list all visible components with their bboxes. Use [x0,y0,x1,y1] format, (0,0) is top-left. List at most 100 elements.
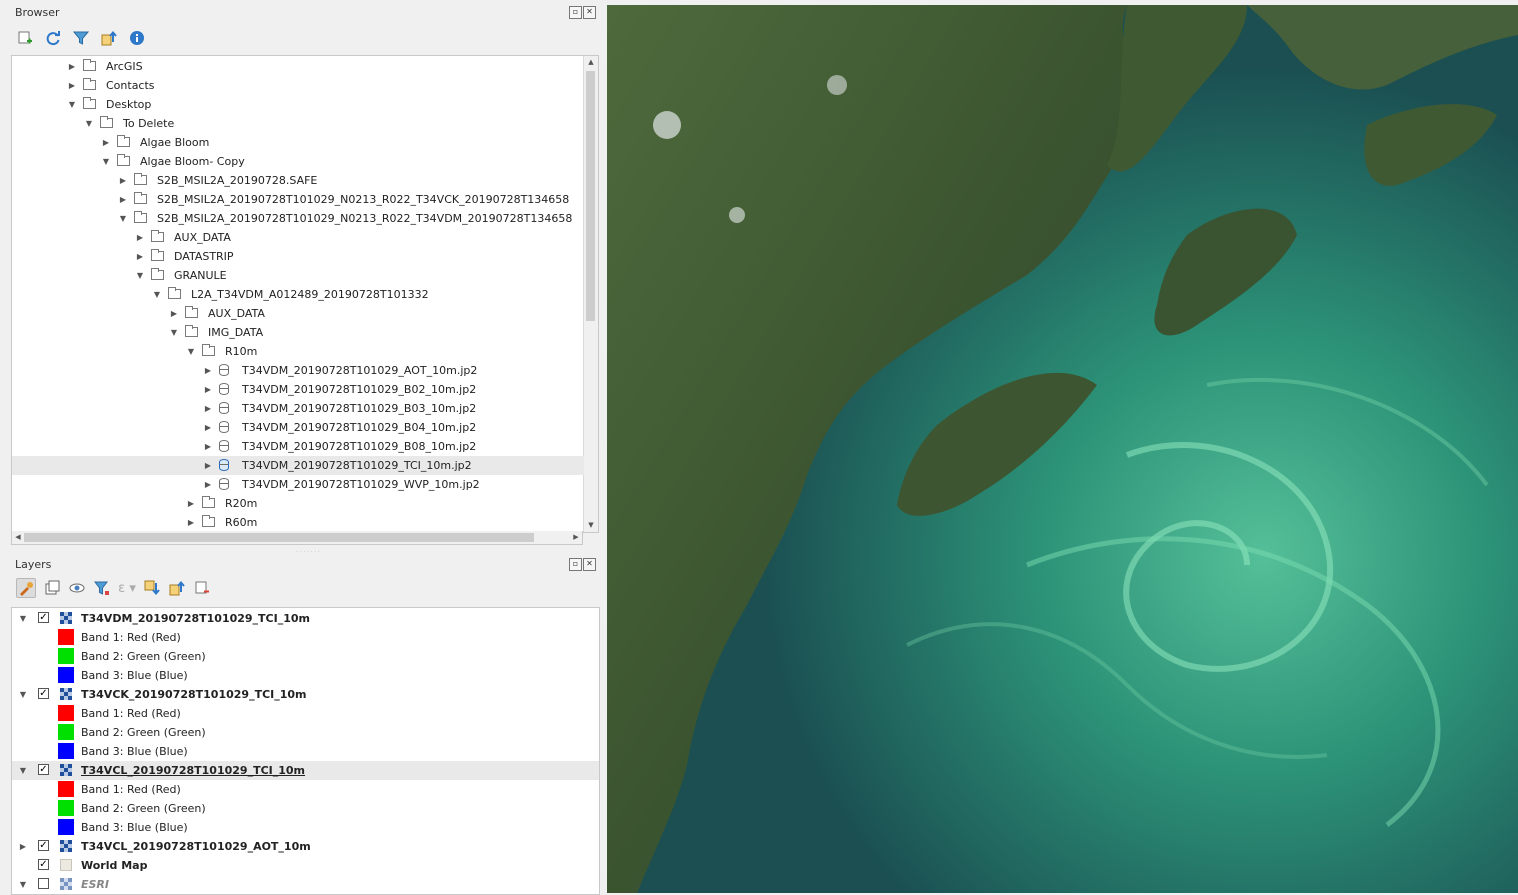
visibility-checkbox[interactable]: ✓ [38,612,49,623]
scroll-up-icon[interactable]: ▲ [584,56,598,69]
scrollbar-thumb[interactable] [586,71,595,321]
tree-item[interactable]: ▶ Contacts [12,76,584,95]
tree-item[interactable]: ▶ ArcGIS [12,57,584,76]
collapsed-arrow-icon[interactable]: ▶ [118,190,128,209]
add-selected-icon[interactable] [16,29,34,47]
browser-horizontal-scrollbar[interactable]: ◀ ▶ [11,531,583,545]
expanded-arrow-icon[interactable]: ▼ [18,875,28,894]
tree-item[interactable]: ▼ IMG_DATA [12,323,584,342]
layer-item[interactable]: ✓ World Map [12,856,599,875]
expression-filter-icon[interactable]: ε ▾ [118,579,136,597]
expand-all-icon[interactable] [143,579,161,597]
layer-item[interactable]: ▼ ✓ T34VCL_20190728T101029_TCI_10m [12,761,599,780]
collapsed-arrow-icon[interactable]: ▶ [203,456,213,475]
visibility-checkbox[interactable]: ✓ [38,840,49,851]
collapsed-arrow-icon[interactable]: ▶ [203,380,213,399]
tree-item[interactable]: ▼ To Delete [12,114,584,133]
style-manager-icon[interactable] [16,578,36,598]
collapsed-arrow-icon[interactable]: ▶ [203,418,213,437]
visibility-checkbox[interactable]: ✓ [38,859,49,870]
tree-item[interactable]: ▶ T34VDM_20190728T101029_AOT_10m.jp2 [12,361,584,380]
collapsed-arrow-icon[interactable]: ▶ [203,361,213,380]
tree-item[interactable]: ▼ R10m [12,342,584,361]
expanded-arrow-icon[interactable]: ▼ [18,685,28,704]
expanded-arrow-icon[interactable]: ▼ [18,609,28,628]
tree-item[interactable]: ▶ S2B_MSIL2A_20190728T101029_N0213_R022_T… [12,190,584,209]
tree-item[interactable]: ▶ R20m [12,494,584,513]
close-panel-icon[interactable]: ✕ [583,6,596,19]
tree-item[interactable]: ▶ R60m [12,513,584,532]
layer-item[interactable]: ▼ ✓ T34VDM_20190728T101029_TCI_10m [12,609,599,628]
close-panel-icon[interactable]: ✕ [583,558,596,571]
legend-item[interactable]: Band 3: Blue (Blue) [12,742,599,761]
collapsed-arrow-icon[interactable]: ▶ [135,247,145,266]
expanded-arrow-icon[interactable]: ▼ [67,95,77,114]
collapsed-arrow-icon[interactable]: ▶ [186,513,196,532]
collapsed-arrow-icon[interactable]: ▶ [169,304,179,323]
tree-item[interactable]: ▶ AUX_DATA [12,304,584,323]
expanded-arrow-icon[interactable]: ▼ [101,152,111,171]
tree-item[interactable]: ▶ T34VDM_20190728T101029_B03_10m.jp2 [12,399,584,418]
browser-tree[interactable]: ▲ ▼ ▶ ArcGIS ▶ Contacts ▼ Desktop ▼ To Delete ▶ A… [11,55,599,533]
tree-item[interactable]: ▶ T34VDM_20190728T101029_B04_10m.jp2 [12,418,584,437]
expanded-arrow-icon[interactable]: ▼ [135,266,145,285]
collapse-all-icon[interactable] [168,579,186,597]
scroll-right-icon[interactable]: ▶ [570,531,582,544]
visibility-icon[interactable] [68,579,86,597]
collapsed-arrow-icon[interactable]: ▶ [101,133,111,152]
collapsed-arrow-icon[interactable]: ▶ [203,475,213,494]
visibility-checkbox[interactable]: ✓ [38,764,49,775]
collapsed-arrow-icon[interactable]: ▶ [18,837,28,856]
filter-legend-icon[interactable] [93,579,111,597]
legend-item[interactable]: Band 3: Blue (Blue) [12,818,599,837]
scrollbar-thumb[interactable] [24,533,534,542]
tree-item[interactable]: ▼ S2B_MSIL2A_20190728T101029_N0213_R022_T… [12,209,584,228]
legend-item[interactable]: Band 1: Red (Red) [12,704,599,723]
layer-item[interactable]: ▼ ESRI [12,875,599,894]
visibility-checkbox[interactable]: ✓ [38,688,49,699]
expanded-arrow-icon[interactable]: ▼ [118,209,128,228]
tree-item[interactable]: ▶ S2B_MSIL2A_20190728.SAFE [12,171,584,190]
legend-item[interactable]: Band 2: Green (Green) [12,723,599,742]
remove-layer-icon[interactable] [193,579,211,597]
properties-icon[interactable] [128,29,146,47]
legend-item[interactable]: Band 2: Green (Green) [12,647,599,666]
browser-vertical-scrollbar[interactable]: ▲ ▼ [583,56,598,532]
collapsed-arrow-icon[interactable]: ▶ [135,228,145,247]
legend-item[interactable]: Band 1: Red (Red) [12,780,599,799]
scroll-left-icon[interactable]: ◀ [12,531,24,544]
tree-item[interactable]: ▶ AUX_DATA [12,228,584,247]
collapse-all-icon[interactable] [100,29,118,47]
tree-item[interactable]: ▶ DATASTRIP [12,247,584,266]
layer-item[interactable]: ▶ ✓ T34VCL_20190728T101029_AOT_10m [12,837,599,856]
map-canvas[interactable] [607,5,1518,893]
legend-item[interactable]: Band 1: Red (Red) [12,628,599,647]
collapsed-arrow-icon[interactable]: ▶ [67,76,77,95]
scroll-down-icon[interactable]: ▼ [584,519,598,532]
filter-icon[interactable] [72,29,90,47]
tree-item[interactable]: ▶ T34VDM_20190728T101029_TCI_10m.jp2 [12,456,584,475]
expanded-arrow-icon[interactable]: ▼ [84,114,94,133]
float-panel-icon[interactable]: ▫ [569,558,582,571]
tree-item[interactable]: ▼ GRANULE [12,266,584,285]
collapsed-arrow-icon[interactable]: ▶ [186,494,196,513]
tree-item[interactable]: ▶ T34VDM_20190728T101029_B08_10m.jp2 [12,437,584,456]
expanded-arrow-icon[interactable]: ▼ [169,323,179,342]
collapsed-arrow-icon[interactable]: ▶ [203,437,213,456]
layers-tree[interactable]: ▼ ✓ T34VDM_20190728T101029_TCI_10m Band 1: … [11,607,600,895]
tree-item[interactable]: ▼ Algae Bloom- Copy [12,152,584,171]
collapsed-arrow-icon[interactable]: ▶ [203,399,213,418]
refresh-icon[interactable] [44,29,62,47]
tree-item[interactable]: ▼ Desktop [12,95,584,114]
tree-item[interactable]: ▼ L2A_T34VDM_A012489_20190728T101332 [12,285,584,304]
layer-item[interactable]: ▼ ✓ T34VCK_20190728T101029_TCI_10m [12,685,599,704]
collapsed-arrow-icon[interactable]: ▶ [118,171,128,190]
visibility-checkbox[interactable] [38,878,49,889]
float-panel-icon[interactable]: ▫ [569,6,582,19]
legend-item[interactable]: Band 3: Blue (Blue) [12,666,599,685]
expanded-arrow-icon[interactable]: ▼ [152,285,162,304]
collapsed-arrow-icon[interactable]: ▶ [67,57,77,76]
expanded-arrow-icon[interactable]: ▼ [18,761,28,780]
tree-item[interactable]: ▶ Algae Bloom [12,133,584,152]
add-group-icon[interactable] [43,579,61,597]
